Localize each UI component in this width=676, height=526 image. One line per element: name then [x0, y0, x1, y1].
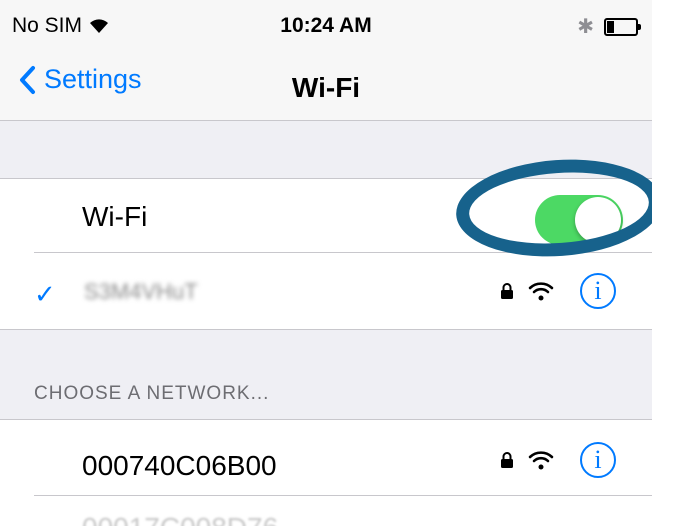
status-bar: No SIM 10:24 AM ✱ — [0, 0, 652, 52]
connected-network-name: S3M4VHuT — [84, 279, 198, 304]
network-name: 000740C06B00 — [82, 450, 277, 481]
network-status-icons — [500, 281, 554, 301]
status-time: 10:24 AM — [280, 14, 372, 37]
network-name: 00017C008D76 — [82, 512, 278, 526]
info-icon[interactable]: i — [580, 442, 616, 478]
choose-network-header: CHOOSE A NETWORK... — [34, 383, 270, 404]
network-row[interactable]: 000740C06B00 i — [0, 420, 652, 496]
navigation-bar: Settings Wi-Fi — [0, 52, 652, 121]
battery-fill — [607, 20, 614, 33]
battery-icon — [604, 17, 641, 36]
wifi-signal-icon — [528, 282, 554, 301]
info-icon[interactable]: i — [580, 273, 616, 309]
bluetooth-icon: ✱ — [577, 16, 594, 38]
connected-network-row[interactable]: ✓ S3M4VHuT i — [0, 253, 652, 329]
network-row[interactable]: 00017C008D76 — [0, 496, 652, 526]
network-status-icons — [500, 450, 554, 470]
page-title: Wi-Fi — [291, 72, 361, 103]
lock-icon — [501, 283, 513, 299]
battery-nub — [638, 23, 641, 30]
wifi-signal-icon — [528, 451, 554, 470]
lock-icon — [501, 452, 513, 468]
status-right: ✱ — [577, 14, 641, 39]
wifi-settings-screen: No SIM 10:24 AM ✱ Settings Wi-Fi Wi-Fi ✓… — [0, 0, 652, 526]
network-list: 000740C06B00 i 00017C008D76 — [0, 419, 652, 526]
wifi-label: Wi-Fi — [82, 201, 148, 232]
checkmark-icon: ✓ — [34, 279, 56, 309]
